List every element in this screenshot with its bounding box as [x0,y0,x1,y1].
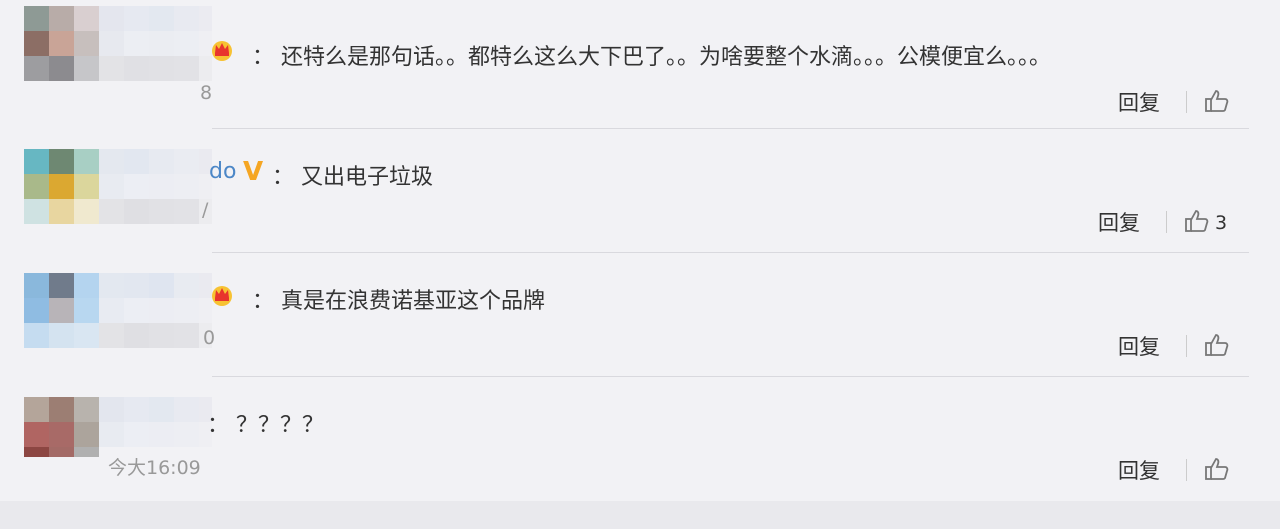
commenter-name[interactable]: do [209,159,236,184]
divider [1186,335,1187,357]
like-icon[interactable] [1204,332,1230,358]
avatar[interactable] [24,6,212,81]
divider [1166,211,1167,233]
reply-button[interactable]: 回复 [1118,331,1160,361]
avatar[interactable] [24,273,212,348]
comment-time: 0 [203,327,216,349]
like-icon[interactable] [1204,88,1230,114]
like-count: 3 [1215,212,1228,234]
crown-icon [209,37,235,61]
crown-icon [209,282,235,306]
avatar[interactable] [24,149,212,224]
divider [1186,91,1187,113]
avatar[interactable] [24,397,212,457]
reply-button[interactable]: 回复 [1118,87,1160,117]
comment-text: ： 真是在浪费诺基亚这个品牌 [252,289,546,314]
comment-time: / [202,199,209,221]
comment-item: do V ： 又出电子垃圾 / 回复 3 [0,129,1280,253]
comment-time: 8 [200,82,213,104]
comment-item: ： 还特么是那句话。。都特么这么大下巴了。。为啥要整个水滴。。。公模便宜么。。。… [0,5,1280,129]
reply-button[interactable]: 回复 [1118,455,1160,485]
comment-time: 今大16:09 [108,457,201,479]
like-icon[interactable] [1204,456,1230,482]
comment-text: ： 还特么是那句话。。都特么这么大下巴了。。为啥要整个水滴。。。公模便宜么。。。 [252,45,1052,70]
comment-item: ： 真是在浪费诺基亚这个品牌 0 回复 [0,253,1280,377]
comment-text: ： ？？？？ [207,413,325,438]
reply-button[interactable]: 回复 [1098,207,1140,237]
verified-v-icon: V [243,157,264,187]
divider [1186,459,1187,481]
page-footer [0,501,1280,529]
comment-text: ： 又出电子垃圾 [272,165,434,190]
like-icon[interactable] [1184,208,1210,234]
comment-item: ： ？？？？ 今大16:09 回复 [0,377,1280,501]
